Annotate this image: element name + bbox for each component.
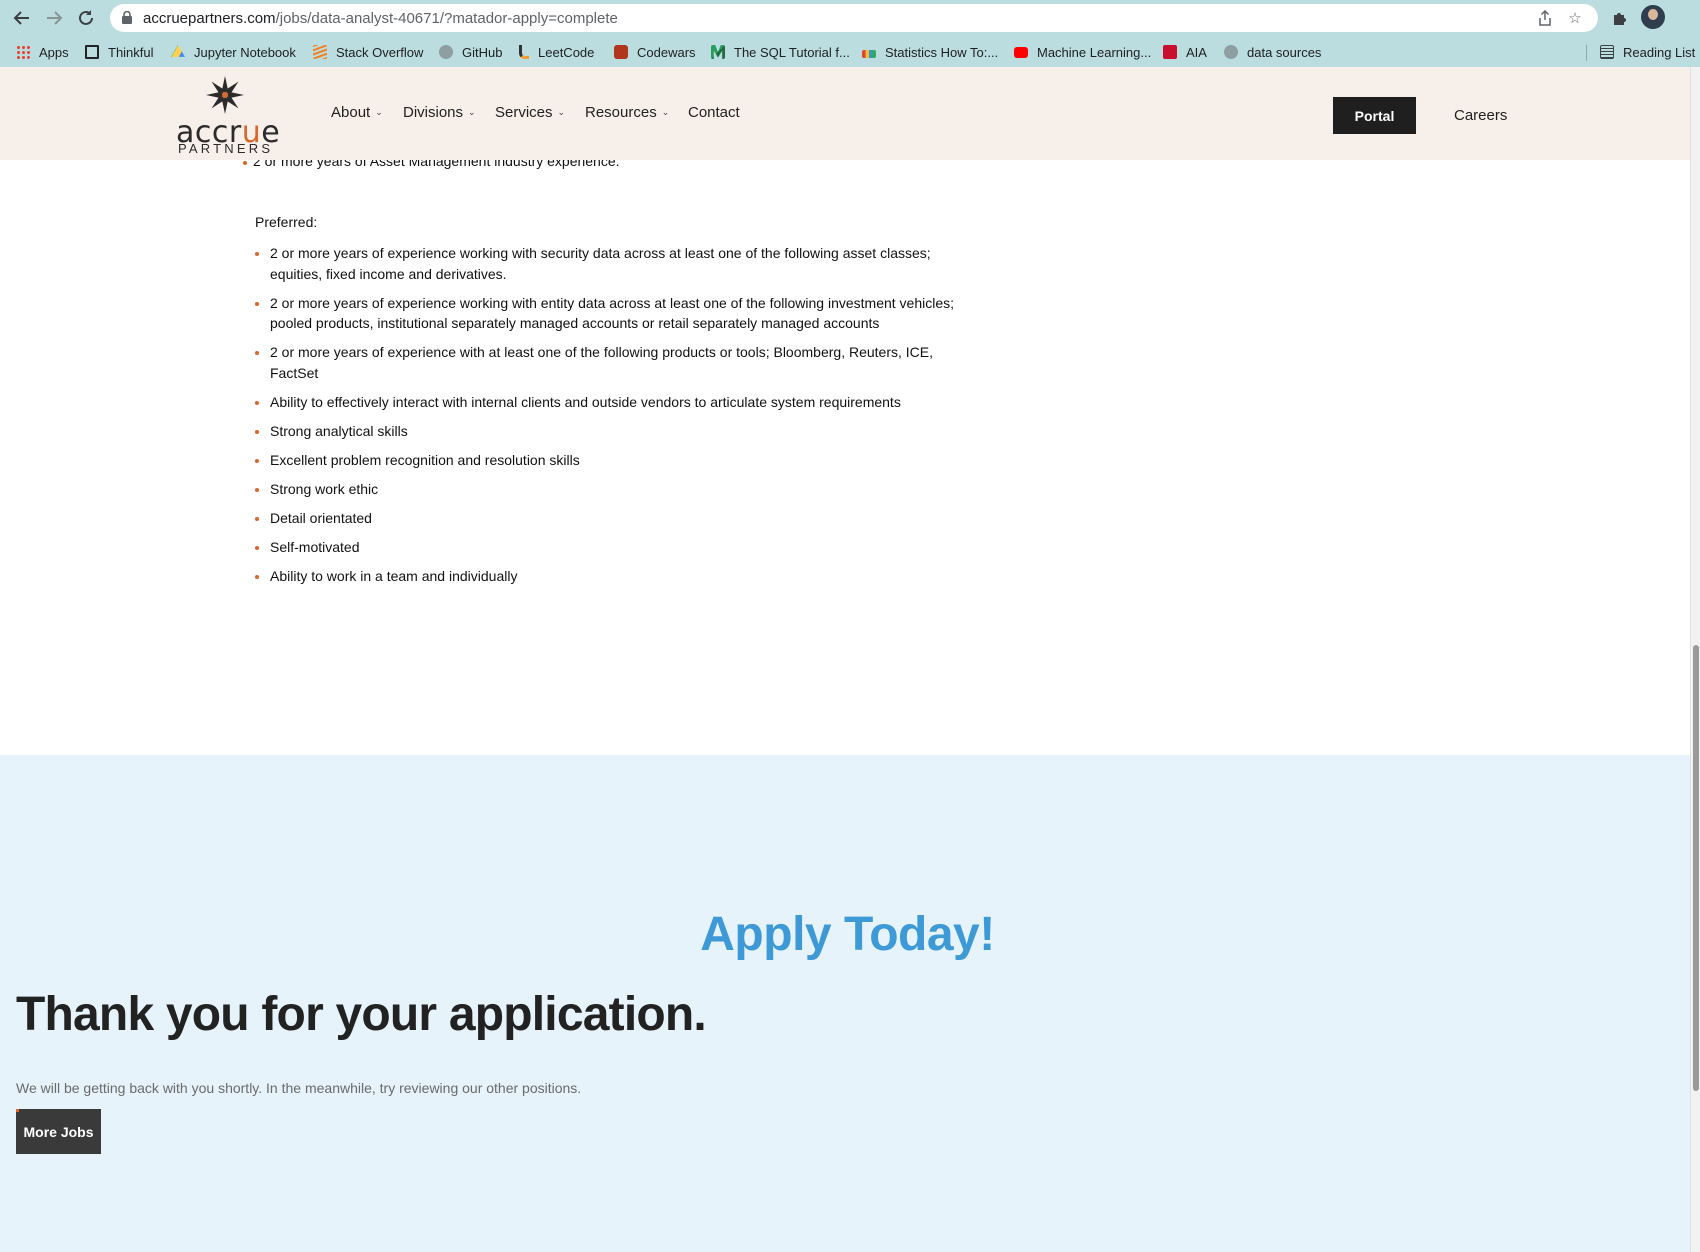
nav-label: Resources [585,104,657,121]
bookmark-label: Machine Learning... [1037,44,1152,60]
bookmark-apps[interactable]: Apps [16,42,69,62]
more-jobs-button[interactable]: More Jobs [16,1109,101,1154]
address-row: accruepartners.com/jobs/data-analyst-406… [0,0,1700,36]
job-description: 2 or more years of Asset Management indu… [0,160,1690,755]
aia-icon [1163,45,1177,59]
bookmarks-bar: Apps Thinkful Jupyter Notebook Stack Ove… [0,36,1700,67]
github-icon [439,45,453,59]
nav-label: Services [495,104,553,121]
nav-label: About [331,104,371,121]
apply-title: Apply Today! [700,908,995,961]
bookmark-leetcode[interactable]: LeetCode [519,42,594,62]
bookmark-label: data sources [1247,44,1322,60]
portal-button[interactable]: Portal [1333,97,1416,134]
list-item: 2 or more years of experience working wi… [255,243,975,284]
preferred-heading: Preferred: [255,214,318,230]
chevron-down-icon: ⌄ [375,107,383,117]
bookmark-star-icon[interactable]: ☆ [1566,9,1584,27]
reading-list-label: Reading List [1623,44,1696,60]
reading-list-button[interactable]: Reading List [1600,42,1695,62]
youtube-icon [1014,46,1028,58]
chevron-down-icon: ⌄ [661,107,670,117]
bookmark-github[interactable]: GitHub [439,42,502,62]
bookmark-machine-learning[interactable]: Machine Learning... [1014,42,1151,62]
apps-grid-icon [16,45,30,59]
bookmark-label: The SQL Tutorial f... [734,44,850,60]
thinkful-icon [85,45,99,59]
thank-you-heading: Thank you for your application. [16,988,707,1041]
leetcode-icon [519,45,529,59]
bookmark-label: Thinkful [108,44,154,60]
statistics-icon [862,50,876,58]
bookmark-label: Jupyter Notebook [194,44,296,60]
sql-tutorial-icon [711,45,725,59]
nav-about[interactable]: About ⌄ [331,104,383,121]
bookmark-stackoverflow[interactable]: Stack Overflow [313,42,423,62]
stackoverflow-icon [313,45,327,59]
reading-list-icon [1600,45,1614,59]
share-icon[interactable] [1536,9,1554,27]
nav-label: Divisions [403,104,464,121]
back-arrow-icon[interactable] [10,6,34,30]
scrollbar-thumb[interactable] [1693,645,1699,1091]
nav-services[interactable]: Services ⌄ [495,104,565,121]
chevron-down-icon: ⌄ [557,107,566,117]
google-drive-icon [171,45,185,57]
nav-divisions[interactable]: Divisions ⌄ [403,104,476,121]
browser-chrome: accruepartners.com/jobs/data-analyst-406… [0,0,1700,67]
url-text: accruepartners.com/jobs/data-analyst-406… [143,10,618,27]
bookmark-label: GitHub [462,44,503,60]
bookmark-thinkful[interactable]: Thinkful [85,42,154,62]
list-item: 2 or more years of experience working wi… [255,293,975,334]
thank-you-message: We will be getting back with you shortly… [16,1080,582,1096]
extensions-puzzle-icon[interactable] [1608,6,1632,30]
bookmark-sql-tutorial[interactable]: The SQL Tutorial f... [711,42,850,62]
bookmark-label: Codewars [637,44,696,60]
bookmark-label: AIA [1186,44,1207,60]
nav-label: Contact [688,104,740,121]
apply-section: Apply Today! Thank you for your applicat… [0,755,1690,1252]
logo-star-icon [206,76,244,114]
nav-contact[interactable]: Contact [688,104,740,121]
forward-arrow-icon[interactable] [42,6,66,30]
profile-avatar[interactable] [1641,5,1665,29]
list-item: 2 or more years of experience with at le… [255,342,975,383]
codewars-icon [614,45,628,59]
reload-icon[interactable] [74,6,98,30]
accrue-logo[interactable]: accrue PARTNERS [175,75,280,156]
chevron-down-icon: ⌄ [468,107,476,117]
bookmark-label: Apps [39,44,69,60]
bookmark-codewars[interactable]: Codewars [614,42,696,62]
github-icon [1224,45,1238,59]
nav-resources[interactable]: Resources ⌄ [585,104,669,121]
address-bar[interactable]: accruepartners.com/jobs/data-analyst-406… [110,4,1598,32]
bookmarks-divider [1586,45,1587,61]
list-item: Ability to effectively interact with int… [255,392,975,413]
bookmark-aia[interactable]: AIA [1163,42,1207,62]
site-header: accrue PARTNERS About ⌄ Divisions ⌄ Servic… [0,67,1690,160]
list-item: Self-motivated [255,537,975,558]
requirement-item-cut-off: 2 or more years of Asset Management indu… [243,160,620,169]
logo-subtitle: PARTNERS [178,141,274,156]
careers-link[interactable]: Careers [1454,107,1507,124]
list-item: Ability to work in a team and individual… [255,566,975,587]
bookmark-label: LeetCode [538,44,595,60]
list-item: Strong work ethic [255,479,975,500]
list-item: Strong analytical skills [255,421,975,442]
bookmark-statistics[interactable]: Statistics How To:... [862,42,998,62]
bookmark-data-sources[interactable]: data sources [1224,42,1321,62]
list-item: Detail orientated [255,508,975,529]
preferred-list: 2 or more years of experience working wi… [255,243,975,595]
bookmark-label: Statistics How To:... [885,44,999,60]
bookmark-jupyter[interactable]: Jupyter Notebook [171,42,296,62]
lock-icon [122,11,132,24]
bookmark-label: Stack Overflow [336,44,424,60]
list-item: Excellent problem recognition and resolu… [255,450,975,471]
page-scrollbar[interactable] [1690,67,1700,1252]
